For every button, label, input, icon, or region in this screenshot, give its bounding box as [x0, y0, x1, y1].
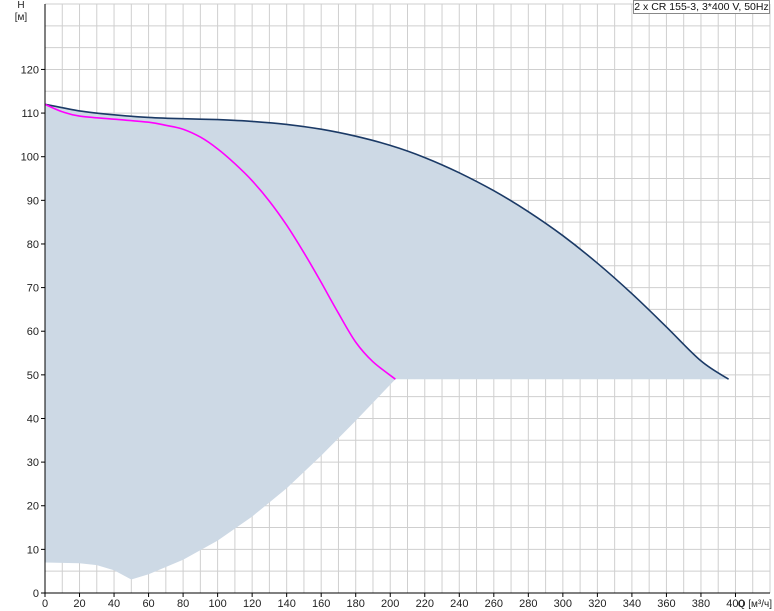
- operating-area: [45, 104, 746, 580]
- y-tick-label: 110: [21, 108, 39, 120]
- x-tick-label: 340: [623, 598, 641, 610]
- x-tick-label: 300: [554, 598, 572, 610]
- x-tick-label: 40: [108, 598, 120, 610]
- x-tick-label: 180: [347, 598, 365, 610]
- y-tick-label: 50: [27, 370, 39, 382]
- x-tick-label: 240: [450, 598, 468, 610]
- y-tick-label: 10: [27, 544, 39, 556]
- x-tick-label: 380: [692, 598, 710, 610]
- y-tick-label: 30: [27, 457, 39, 469]
- y-tick-label: 20: [27, 501, 39, 513]
- x-tick-label: 20: [73, 598, 85, 610]
- operating-range-area: [45, 104, 746, 580]
- x-axis-label: Q [м³/ч]: [738, 599, 773, 610]
- y-axis-unit: [м]: [15, 12, 28, 23]
- y-tick-label: 120: [21, 64, 39, 76]
- x-tick-label: 320: [588, 598, 606, 610]
- y-tick-label: 70: [27, 283, 39, 295]
- y-tick-label: 80: [27, 239, 39, 251]
- y-tick-label: 60: [27, 326, 39, 338]
- y-tick-label: 90: [27, 195, 39, 207]
- x-tick-label: 160: [312, 598, 330, 610]
- x-tick-label: 260: [485, 598, 503, 610]
- chart-legend: 2 x CR 155-3, 3*400 V, 50Hz: [633, 0, 770, 14]
- x-tick-label: 120: [243, 598, 261, 610]
- x-tick-label: 0: [42, 598, 48, 610]
- y-axis-label: H: [17, 0, 24, 11]
- y-tick-label: 0: [33, 588, 39, 600]
- x-tick-label: 220: [416, 598, 434, 610]
- x-tick-label: 60: [142, 598, 154, 610]
- x-tick-label: 360: [657, 598, 675, 610]
- y-tick-label: 100: [21, 152, 39, 164]
- x-tick-label: 80: [177, 598, 189, 610]
- x-tick-label: 200: [381, 598, 399, 610]
- x-tick-label: 100: [208, 598, 226, 610]
- x-tick-label: 280: [519, 598, 537, 610]
- y-tick-label: 40: [27, 413, 39, 425]
- x-tick-label: 140: [277, 598, 295, 610]
- pump-performance-chart: 0 20 40 60 80 100 120 140 160 180 200 220 240 260 280 3…: [15, 0, 773, 610]
